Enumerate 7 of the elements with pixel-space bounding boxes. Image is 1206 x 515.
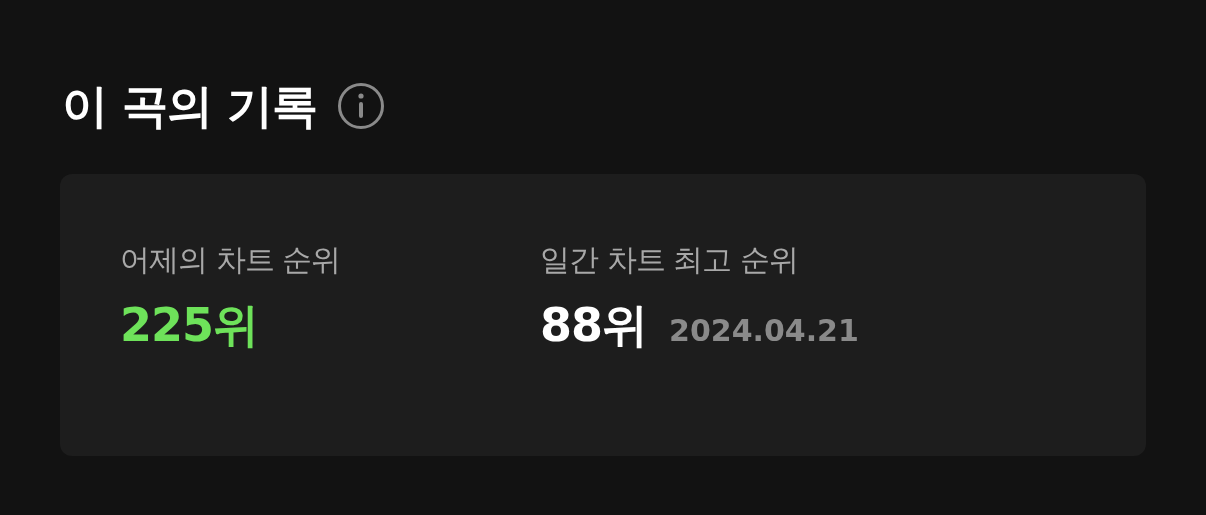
rank-value: 88위 [540,300,647,351]
stat-label: 일간 차트 최고 순위 [540,242,799,278]
rank-value: 225위 [120,300,259,351]
section-title: 이 곡의 기록 [62,83,318,129]
stat-label: 어제의 차트 순위 [120,242,342,278]
info-icon[interactable] [337,82,386,130]
rank-date: 2024.04.21 [669,313,859,348]
